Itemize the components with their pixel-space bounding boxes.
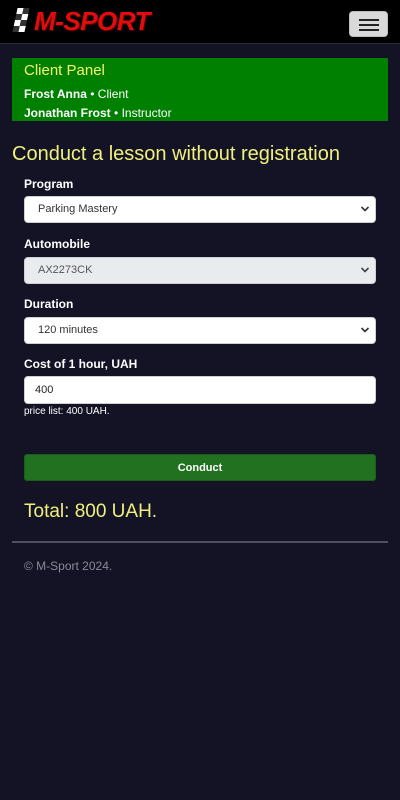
checkered-flag-icon <box>12 6 34 36</box>
client-line: Frost Anna • Client <box>24 85 376 104</box>
automobile-select[interactable]: AX2273CK <box>24 257 376 284</box>
footer-copyright: © M-Sport 2024. <box>24 559 113 573</box>
duration-label: Duration <box>24 297 74 311</box>
separator: • <box>114 106 119 120</box>
client-panel: Client Panel Frost Anna • Client Jonatha… <box>12 58 388 121</box>
instructor-role: Instructor <box>121 106 172 120</box>
instructor-line: Jonathan Frost • Instructor <box>24 104 376 123</box>
chevron-down-icon <box>360 327 370 333</box>
chevron-down-icon <box>360 267 370 273</box>
brand-name: M-SPORT <box>34 6 150 36</box>
program-label: Program <box>24 177 74 191</box>
client-name: Frost Anna <box>24 87 87 101</box>
program-select[interactable]: Parking Mastery <box>24 196 376 223</box>
panel-title: Client Panel <box>24 62 105 79</box>
duration-select[interactable]: 120 minutes <box>24 317 376 344</box>
navbar: M-SPORT <box>0 0 400 44</box>
page-title: Conduct a lesson without registration <box>12 143 340 165</box>
hamburger-menu-icon-bar-bottom <box>359 29 379 31</box>
cost-input[interactable]: 400 <box>24 376 376 404</box>
price-list-hint: price list: 400 UAH. <box>24 406 110 417</box>
separator: • <box>90 87 95 101</box>
total-amount: Total: 800 UAH. <box>24 501 158 522</box>
conduct-button[interactable]: Conduct <box>24 454 376 481</box>
menu-toggle-button[interactable] <box>349 11 388 37</box>
automobile-selected-value: AX2273CK <box>38 264 93 276</box>
duration-selected-value: 120 minutes <box>38 324 98 336</box>
hamburger-menu-icon-bar-middle <box>359 24 379 26</box>
client-role: Client <box>97 87 129 101</box>
automobile-label: Automobile <box>24 237 90 251</box>
chevron-down-icon <box>360 206 370 212</box>
instructor-name: Jonathan Frost <box>24 106 111 120</box>
footer-divider <box>12 541 388 543</box>
brand-logo[interactable]: M-SPORT <box>12 5 150 37</box>
cost-label: Cost of 1 hour, UAH <box>24 357 138 371</box>
hamburger-menu-icon <box>359 19 379 21</box>
program-selected-value: Parking Mastery <box>38 203 118 215</box>
